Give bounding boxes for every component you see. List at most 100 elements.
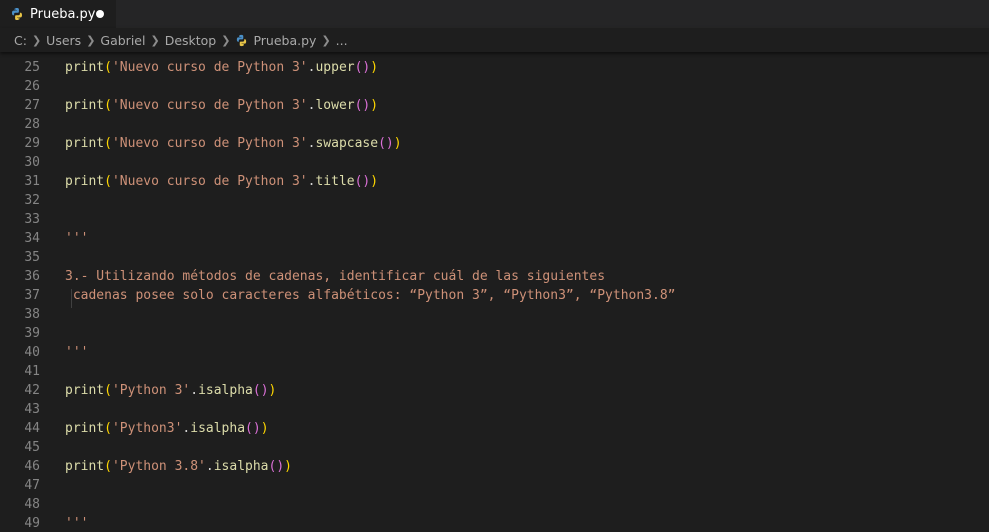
code-line[interactable]: 25 print('Nuevo curso de Python 3'.upper(… xyxy=(0,58,989,77)
breadcrumb-file[interactable]: Prueba.py xyxy=(253,33,316,48)
code-token: 'Nuevo curso de Python 3' xyxy=(111,174,308,189)
code-line[interactable]: 46 print('Python 3.8'.isalpha()) xyxy=(0,457,989,476)
code-line[interactable]: 48 xyxy=(0,495,989,514)
chevron-right-icon: ❯ xyxy=(150,33,160,47)
code-line[interactable]: 36 3.- Utilizando métodos de cadenas, ide… xyxy=(0,267,989,286)
line-number: 31 xyxy=(24,174,40,189)
code-token: ) xyxy=(370,60,379,75)
code-line[interactable]: 27 print('Nuevo curso de Python 3'.lower(… xyxy=(0,96,989,115)
code-token: 3.- Utilizando métodos de cadenas, ident… xyxy=(65,269,606,284)
chevron-right-icon: ❯ xyxy=(86,33,96,47)
code-token: () xyxy=(354,174,371,189)
code-token: isalpha xyxy=(213,459,269,474)
code-token: ) xyxy=(370,174,379,189)
code-token: print xyxy=(65,383,105,398)
tab-filename: Prueba.py xyxy=(30,6,96,22)
code-line[interactable]: 47 xyxy=(0,476,989,495)
code-line[interactable]: 45 xyxy=(0,438,989,457)
line-number: 32 xyxy=(24,193,40,208)
unsaved-dot-icon[interactable] xyxy=(96,10,104,18)
code-token: isalpha xyxy=(190,421,246,436)
chevron-right-icon: ❯ xyxy=(221,33,231,47)
code-token: ( xyxy=(104,174,112,189)
code-token: print xyxy=(65,98,105,113)
line-number: 33 xyxy=(24,212,40,227)
code-text: print('Python3'.isalpha()) xyxy=(65,419,269,438)
code-line[interactable]: 44 print('Python3'.isalpha()) xyxy=(0,419,989,438)
code-token: isalpha xyxy=(198,383,253,398)
code-token: 'Nuevo curso de Python 3' xyxy=(111,98,308,113)
code-token: 'Python 3.8' xyxy=(111,459,206,474)
code-token: ( xyxy=(104,383,112,398)
line-number: 44 xyxy=(24,421,40,436)
code-token: print xyxy=(65,60,105,75)
chevron-right-icon: ❯ xyxy=(31,33,42,47)
code-line[interactable]: 41 xyxy=(0,362,989,381)
code-line[interactable]: 49 ''' xyxy=(0,514,989,532)
code-line[interactable]: 38 xyxy=(0,305,989,324)
code-token: ) xyxy=(393,136,402,151)
code-line[interactable]: 29 print('Nuevo curso de Python 3'.swapca… xyxy=(0,134,989,153)
breadcrumb-item[interactable]: Gabriel xyxy=(100,33,145,48)
code-token: print xyxy=(65,174,105,189)
line-number: 45 xyxy=(24,440,40,455)
line-number: 30 xyxy=(24,155,40,170)
code-token: () xyxy=(245,421,261,436)
code-line[interactable]: 35 xyxy=(0,248,989,267)
code-editor[interactable]: 25 print('Nuevo curso de Python 3'.upper(… xyxy=(0,52,989,532)
breadcrumb-item[interactable]: Users xyxy=(46,33,81,48)
code-line[interactable]: 37 cadenas posee solo caracteres alfabét… xyxy=(0,286,989,305)
code-token: print xyxy=(65,136,105,151)
line-number: 39 xyxy=(24,326,40,341)
line-number: 40 xyxy=(24,345,40,360)
code-token: ( xyxy=(104,60,112,75)
code-line[interactable]: 43 xyxy=(0,400,989,419)
code-line[interactable]: 32 xyxy=(0,191,989,210)
code-token: ) xyxy=(370,98,379,113)
line-number: 27 xyxy=(24,98,40,113)
code-line[interactable]: 42 print('Python 3'.isalpha()) xyxy=(0,381,989,400)
code-line[interactable]: 39 xyxy=(0,324,989,343)
code-token: ) xyxy=(284,459,292,474)
code-token: () xyxy=(354,98,371,113)
code-text: print('Python 3.8'.isalpha()) xyxy=(65,457,292,476)
code-token: print xyxy=(65,421,105,436)
code-text: print('Nuevo curso de Python 3'.title()) xyxy=(65,172,378,191)
breadcrumb-item[interactable]: Desktop xyxy=(165,33,217,48)
code-token: . xyxy=(190,383,199,398)
code-line[interactable]: 40 ''' xyxy=(0,343,989,362)
code-line[interactable]: 30 xyxy=(0,153,989,172)
code-line[interactable]: 34 ''' xyxy=(0,229,989,248)
code-line[interactable]: 26 xyxy=(0,77,989,96)
line-number: 34 xyxy=(24,231,40,246)
chevron-right-icon: ❯ xyxy=(321,33,331,47)
line-number: 47 xyxy=(24,478,40,493)
code-token: 'Python 3' xyxy=(111,383,191,398)
code-token: 'Python3' xyxy=(111,421,183,436)
code-text: ''' xyxy=(65,343,88,362)
code-line[interactable]: 31 print('Nuevo curso de Python 3'.title(… xyxy=(0,172,989,191)
line-number: 36 xyxy=(24,269,40,284)
code-token: () xyxy=(354,60,371,75)
code-text: ''' xyxy=(65,514,88,532)
code-text: print('Python 3'.isalpha()) xyxy=(65,381,276,400)
code-token: 'Nuevo curso de Python 3' xyxy=(111,136,308,151)
code-token: () xyxy=(268,459,285,474)
tab-prueba-py[interactable]: Prueba.py xyxy=(0,0,116,28)
code-text: print('Nuevo curso de Python 3'.swapcase… xyxy=(65,134,402,153)
line-number: 28 xyxy=(24,117,40,132)
line-number: 38 xyxy=(24,307,40,322)
code-token: ) xyxy=(268,383,277,398)
code-token: () xyxy=(252,383,269,398)
code-token: ''' xyxy=(65,345,89,360)
breadcrumb-item[interactable]: C: xyxy=(14,33,27,48)
code-line[interactable]: 28 xyxy=(0,115,989,134)
code-token: ''' xyxy=(65,516,89,531)
breadcrumb-tail[interactable]: ... xyxy=(336,33,348,48)
line-number: 48 xyxy=(24,497,40,512)
code-text: ''' xyxy=(65,229,88,248)
code-line[interactable]: 33 xyxy=(0,210,989,229)
code-token: title xyxy=(315,174,355,189)
line-number: 35 xyxy=(24,250,40,265)
line-number: 41 xyxy=(24,364,40,379)
